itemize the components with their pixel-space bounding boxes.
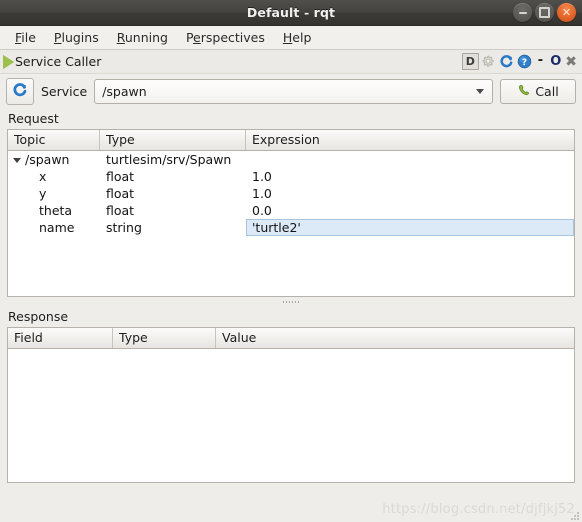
plugin-minimize-button[interactable]: -	[534, 54, 547, 70]
plugin-controls: D ? - O ✖	[461, 53, 578, 70]
rqt-window: Default - rqt ✕ File Plugins Running Per…	[0, 0, 582, 522]
request-row-expression-editor[interactable]: 'turtle2'	[246, 219, 574, 236]
table-row[interactable]: name string 'turtle2'	[8, 219, 574, 236]
request-column-expression[interactable]: Expression	[246, 130, 574, 150]
minimize-icon	[513, 3, 532, 22]
window-title: Default - rqt	[246, 5, 336, 20]
menu-running-label: unning	[124, 29, 168, 45]
reload-icon[interactable]	[498, 53, 515, 70]
request-column-topic[interactable]: Topic	[8, 130, 100, 150]
menu-running[interactable]: Running	[108, 28, 177, 48]
service-selector-row: Service /spawn Call	[0, 74, 582, 109]
menu-help[interactable]: Help	[274, 28, 321, 48]
play-icon	[3, 54, 14, 69]
table-row[interactable]: y float 1.0	[8, 185, 574, 202]
service-label: Service	[41, 84, 88, 99]
table-row[interactable]: x float 1.0	[8, 168, 574, 185]
request-row-type: string	[106, 220, 142, 235]
request-row-expression[interactable]: 1.0	[246, 168, 574, 185]
request-row-topic-label: /spawn	[25, 152, 70, 167]
request-table-body: /spawn turtlesim/srv/Spawn x float 1.0 y…	[8, 151, 574, 236]
request-row-topic: y	[8, 185, 100, 202]
plugin-titlebar: Service Caller D ? - O ✖	[0, 50, 582, 74]
refresh-services-button[interactable]	[6, 78, 34, 105]
request-row-topic-label: y	[39, 186, 47, 201]
plugin-float-button[interactable]: O	[548, 54, 563, 69]
request-row-expression[interactable]: 1.0	[246, 185, 574, 202]
menu-perspectives-prefix: P	[185, 29, 194, 45]
request-row-topic: theta	[8, 202, 100, 219]
menu-help-mnemonic: H	[282, 29, 293, 45]
resize-grip[interactable]	[569, 510, 579, 520]
menu-plugins[interactable]: Plugins	[45, 28, 108, 48]
request-row-topic-label: x	[39, 169, 47, 184]
menubar: File Plugins Running Perspectives Help	[0, 26, 582, 50]
window-titlebar: Default - rqt ✕	[0, 0, 582, 26]
response-column-field[interactable]: Field	[8, 328, 113, 348]
request-row-topic: x	[8, 168, 100, 185]
maximize-icon	[535, 3, 554, 22]
request-row-type: turtlesim/srv/Spawn	[106, 152, 232, 167]
phone-icon	[517, 83, 531, 100]
menu-plugins-label: lugins	[61, 29, 99, 45]
response-column-type[interactable]: Type	[113, 328, 216, 348]
table-row[interactable]: /spawn turtlesim/srv/Spawn	[8, 151, 574, 168]
request-table-header: Topic Type Expression	[8, 130, 574, 151]
menu-help-label: elp	[292, 29, 312, 45]
request-row-topic-label: name	[39, 220, 75, 235]
service-combobox-value: /spawn	[102, 84, 147, 99]
request-table: Topic Type Expression /spawn turtlesim/s…	[7, 129, 575, 297]
chevron-down-icon	[468, 80, 492, 103]
menu-running-mnemonic: R	[116, 29, 125, 45]
window-maximize-button[interactable]	[535, 3, 554, 22]
chevron-down-icon[interactable]	[13, 158, 21, 163]
close-icon: ✕	[561, 6, 572, 19]
request-row-topic: /spawn	[8, 151, 100, 168]
plugin-title: Service Caller	[15, 54, 102, 69]
service-combobox[interactable]: /spawn	[94, 79, 493, 104]
request-row-type: float	[106, 169, 135, 184]
call-button-label: Call	[535, 84, 559, 99]
table-row[interactable]: theta float 0.0	[8, 202, 574, 219]
menu-perspectives[interactable]: Perspectives	[177, 28, 274, 48]
request-row-expression[interactable]: 0.0	[246, 202, 574, 219]
plugin-close-button[interactable]: ✖	[564, 54, 578, 70]
request-response-splitter[interactable]	[0, 297, 582, 307]
menu-file[interactable]: File	[6, 28, 45, 48]
response-table: Field Type Value	[7, 327, 575, 483]
menu-perspectives-label: rspectives	[200, 29, 265, 45]
window-minimize-button[interactable]	[513, 3, 532, 22]
refresh-icon	[12, 82, 28, 102]
menu-perspectives-mnemonic: e	[193, 29, 201, 45]
response-section-label: Response	[8, 309, 69, 324]
response-table-body	[8, 349, 574, 482]
help-icon[interactable]: ?	[516, 53, 533, 70]
call-button[interactable]: Call	[500, 79, 576, 104]
request-column-type[interactable]: Type	[100, 130, 246, 150]
watermark: https://blog.csdn.net/djfjkj52	[382, 502, 575, 517]
plugin-dock-button[interactable]: D	[461, 53, 479, 70]
request-row-type: float	[106, 186, 135, 201]
request-section-label: Request	[8, 111, 59, 126]
gear-icon[interactable]	[480, 53, 497, 70]
response-column-value[interactable]: Value	[216, 328, 574, 348]
request-row-type: float	[106, 203, 135, 218]
window-controls: ✕	[513, 3, 576, 22]
svg-text:?: ?	[522, 58, 527, 68]
request-row-topic-label: theta	[39, 203, 73, 218]
response-table-header: Field Type Value	[8, 328, 574, 349]
request-row-topic: name	[8, 219, 100, 236]
menu-file-label: ile	[21, 29, 36, 45]
window-close-button[interactable]: ✕	[557, 3, 576, 22]
